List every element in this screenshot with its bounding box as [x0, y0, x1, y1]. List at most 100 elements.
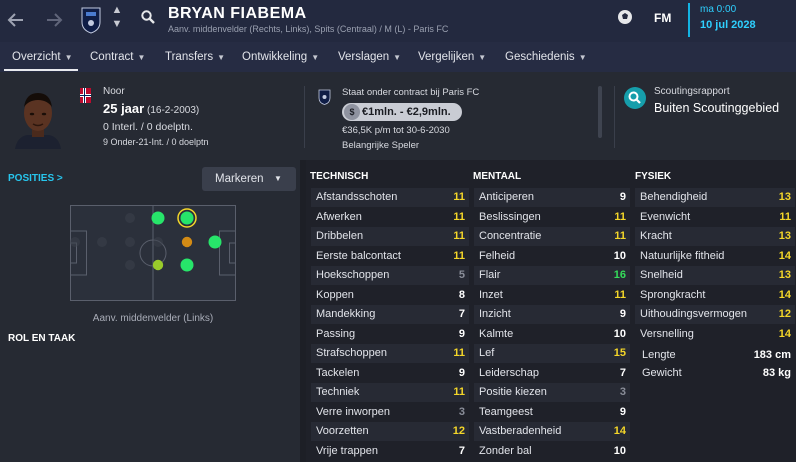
date-of-birth: (16-2-2003): [146, 105, 200, 116]
tab-ontwikkeling[interactable]: Ontwikkeling ▼: [242, 51, 319, 63]
attribute-row[interactable]: Koppen 8: [311, 286, 469, 305]
attribute-value: 9: [619, 191, 626, 203]
attribute-row[interactable]: Dribbelen 11: [311, 227, 469, 246]
technical-title: TECHNISCH: [310, 171, 369, 182]
attribute-row[interactable]: Strafschoppen 11: [311, 344, 469, 363]
club-crest-icon[interactable]: [80, 6, 102, 34]
attribute-value: 11: [614, 288, 626, 301]
attribute-row[interactable]: Kalmte 10: [474, 325, 630, 344]
info-scrollbar[interactable]: [598, 86, 602, 138]
squad-status: Belangrijke Speler: [342, 140, 420, 151]
attribute-value: 11: [453, 386, 465, 398]
position-pitch: [70, 205, 236, 301]
attribute-row[interactable]: Vrije trappen 7: [311, 442, 469, 461]
tab-geschiedenis[interactable]: Geschiedenis ▼: [505, 51, 587, 63]
attribute-name: Afwerken: [316, 210, 362, 223]
physical-info-label: Gewicht: [642, 367, 682, 379]
attribute-row[interactable]: Vastberadenheid 14: [474, 422, 630, 441]
attribute-row[interactable]: Leiderschap 7: [474, 364, 630, 383]
attribute-row[interactable]: Inzicht 9: [474, 305, 630, 324]
attribute-name: Sprongkracht: [640, 288, 706, 301]
attribute-name: Anticiperen: [479, 191, 535, 203]
search-icon[interactable]: [141, 10, 155, 24]
attribute-name: Kracht: [640, 230, 672, 242]
attributes-tech-mental: TECHNISCH MENTAAL Afstandsschoten 11 Afwer…: [306, 160, 632, 462]
attribute-row[interactable]: Voorzetten 12: [311, 422, 469, 441]
attribute-value: 11: [614, 210, 626, 223]
attribute-name: Voorzetten: [316, 425, 369, 437]
tab-overzicht[interactable]: Overzicht ▼: [12, 51, 73, 63]
attribute-value: 9: [458, 366, 465, 379]
attribute-name: Mandekking: [316, 308, 376, 320]
attribute-value: 11: [453, 347, 465, 359]
divider: [304, 86, 305, 148]
attribute-row[interactable]: Lef 15: [474, 344, 630, 363]
norway-flag-icon: [80, 88, 91, 103]
attribute-row[interactable]: Verre inworpen 3: [311, 403, 469, 422]
attribute-row[interactable]: Kracht 13: [635, 227, 795, 246]
tab-transfers[interactable]: Transfers ▼: [165, 51, 225, 63]
attribute-row[interactable]: Passing 9: [311, 325, 469, 344]
attribute-row[interactable]: Evenwicht 11: [635, 208, 795, 227]
position-dot-empty: [125, 213, 135, 223]
attribute-row[interactable]: Snelheid 13: [635, 266, 795, 285]
attribute-name: Leiderschap: [479, 366, 539, 379]
club-crest-icon[interactable]: [318, 89, 331, 105]
player-name: BRYAN FIABEMA: [168, 5, 307, 22]
position-dot-natural: [180, 211, 194, 225]
attribute-row[interactable]: Teamgeest 9: [474, 403, 630, 422]
attribute-value: 14: [778, 288, 791, 301]
back-arrow-icon[interactable]: [6, 9, 26, 31]
attribute-row[interactable]: Afstandsschoten 11: [311, 188, 469, 207]
player-info-strip: Noor 25 jaar (16-2-2003) 0 Interl. / 0 d…: [0, 72, 796, 160]
physical-info-label: Lengte: [642, 349, 676, 361]
attribute-name: Passing: [316, 327, 356, 340]
attribute-row[interactable]: Zonder bal 10: [474, 442, 630, 461]
scout-report-title: Scoutingsrapport: [654, 86, 730, 97]
position-dot-natural: [151, 211, 165, 225]
position-dot-empty: [125, 237, 135, 247]
attribute-row[interactable]: Concentratie 11: [474, 227, 630, 246]
attribute-row[interactable]: Mandekking 7: [311, 305, 469, 324]
positions-title[interactable]: POSITIES >: [8, 173, 63, 184]
ball-icon[interactable]: [617, 9, 633, 25]
attribute-row[interactable]: Felheid 10: [474, 247, 630, 266]
attribute-name: Inzicht: [479, 308, 511, 320]
attribute-row[interactable]: Tackelen 9: [311, 364, 469, 383]
attribute-name: Behendigheid: [640, 191, 708, 203]
game-date[interactable]: 10 jul 2028: [700, 19, 756, 31]
attribute-row[interactable]: Anticiperen 9: [474, 188, 630, 207]
attribute-row[interactable]: Behendigheid 13: [635, 188, 795, 207]
up-down-icon[interactable]: ▲ ▼: [111, 3, 123, 31]
attribute-row[interactable]: Natuurlijke fitheid 14: [635, 247, 795, 266]
tab-contract[interactable]: Contract ▼: [90, 51, 145, 63]
attribute-row[interactable]: Beslissingen 11: [474, 208, 630, 227]
attribute-row[interactable]: Inzet 11: [474, 286, 630, 305]
attribute-value: 13: [778, 230, 791, 242]
attribute-value: 12: [452, 425, 465, 437]
tab-vergelijken[interactable]: Vergelijken ▼: [418, 51, 486, 63]
fm-logo[interactable]: FM: [654, 11, 671, 25]
highlight-dropdown[interactable]: Markeren ▼: [202, 167, 296, 191]
contract-title: Staat onder contract bij Paris FC: [342, 87, 480, 98]
attribute-name: Beslissingen: [479, 210, 541, 223]
date-accent-bar: [688, 3, 690, 37]
attribute-row[interactable]: Afwerken 11: [311, 208, 469, 227]
attribute-row[interactable]: Positie kiezen 3: [474, 383, 630, 402]
attribute-row[interactable]: Uithoudingsvermogen 12: [635, 305, 795, 324]
attribute-row[interactable]: Flair 16: [474, 266, 630, 285]
chevron-down-icon: ▼: [274, 174, 282, 183]
scouting-report-button[interactable]: [624, 87, 646, 109]
attribute-row[interactable]: Eerste balcontact 11: [311, 247, 469, 266]
attribute-row[interactable]: Hoekschoppen 5: [311, 266, 469, 285]
attribute-name: Vastberadenheid: [479, 425, 562, 437]
attribute-row[interactable]: Sprongkracht 14: [635, 286, 795, 305]
attribute-value: 10: [613, 444, 626, 457]
attribute-row[interactable]: Versnelling 14: [635, 325, 795, 344]
forward-arrow-icon[interactable]: [44, 9, 64, 31]
transfer-value-pill[interactable]: $ €1mln. - €2,9mln.: [342, 103, 462, 121]
attribute-row[interactable]: Techniek 11: [311, 383, 469, 402]
attribute-name: Techniek: [316, 386, 360, 398]
wage-info: €36,5K p/m tot 30-6-2030: [342, 125, 450, 136]
tab-verslagen[interactable]: Verslagen ▼: [338, 51, 401, 63]
